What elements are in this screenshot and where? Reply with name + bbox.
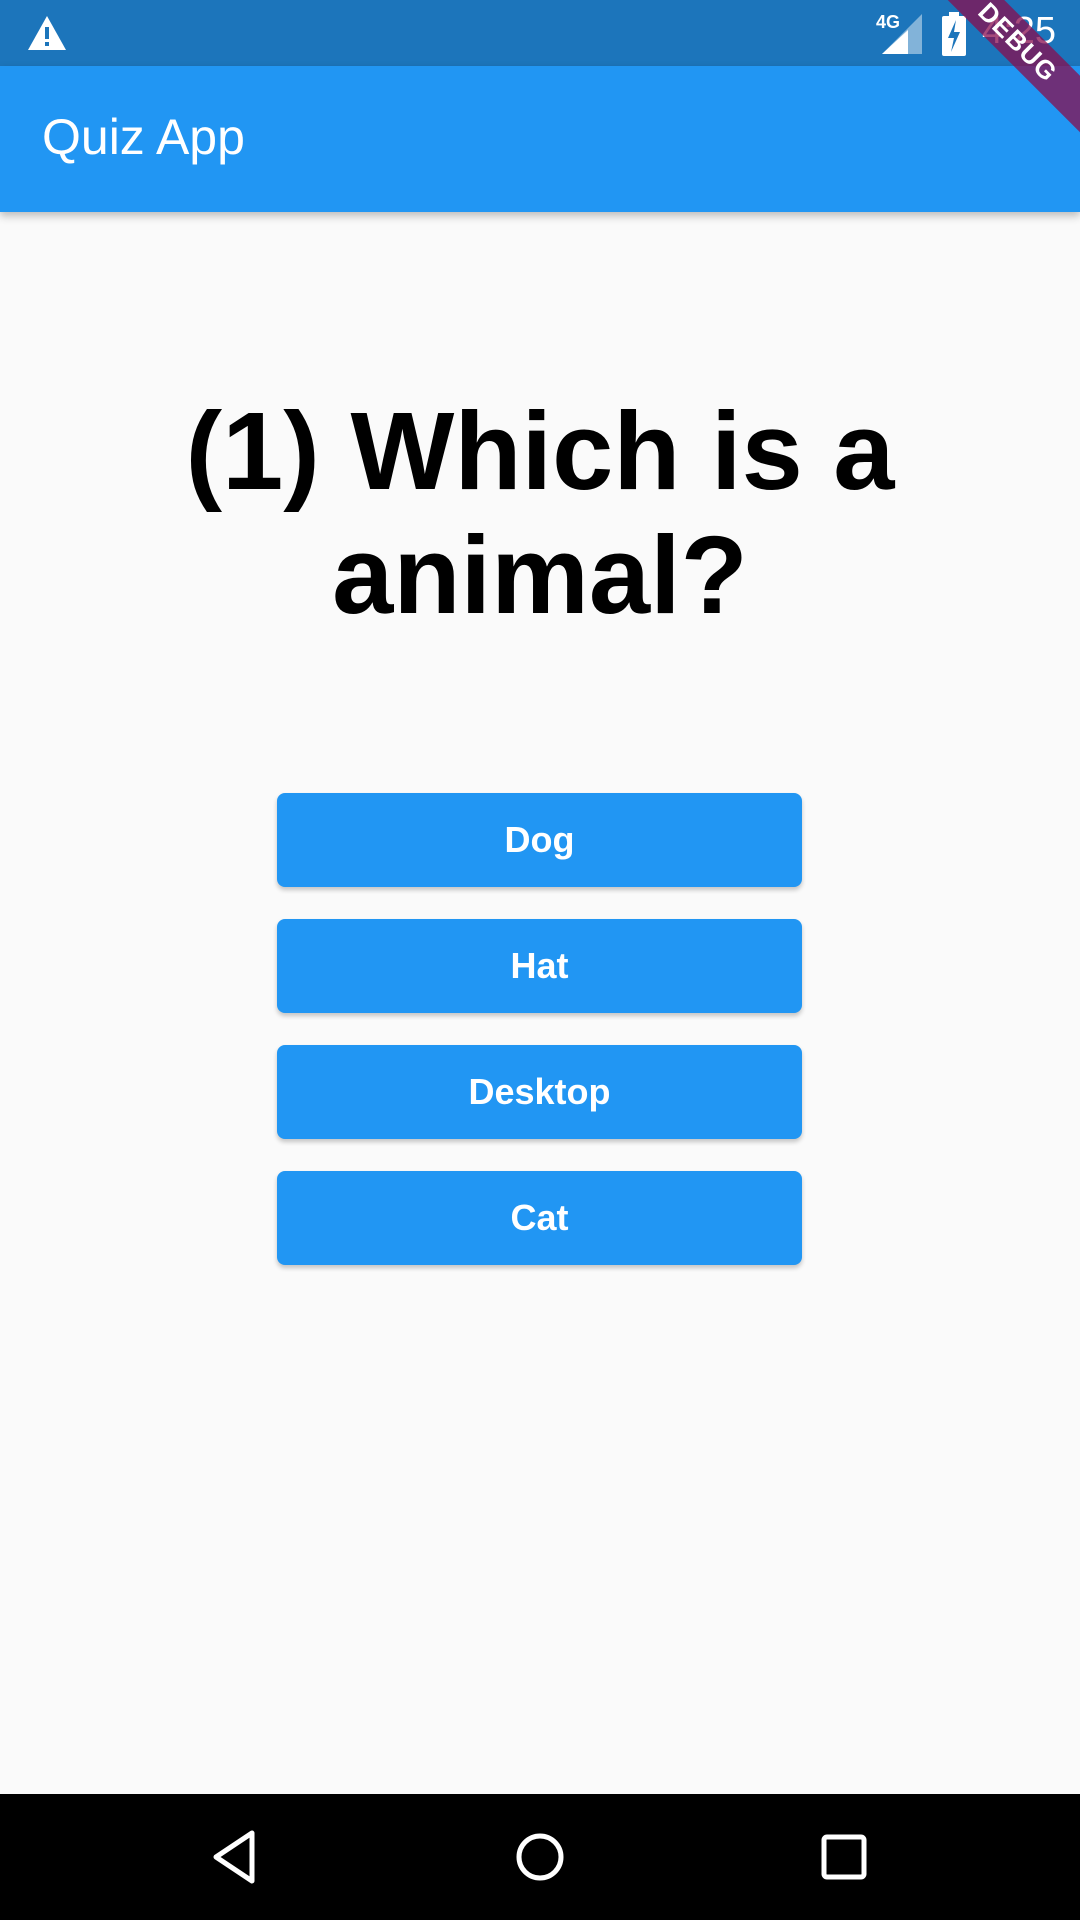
back-icon[interactable] <box>206 1827 266 1887</box>
network-type-label: 4G <box>876 12 901 32</box>
answer-button-dog[interactable]: Dog <box>277 793 802 887</box>
quiz-screen: 4G 4:25 DEBUG Quiz App (1) Which is a an… <box>0 0 1080 1920</box>
home-icon[interactable] <box>510 1827 570 1887</box>
navigation-bar <box>0 1794 1080 1920</box>
answer-list: Dog Hat Desktop Cat <box>277 793 802 1297</box>
answer-button-cat[interactable]: Cat <box>277 1171 802 1265</box>
app-title: Quiz App <box>42 109 245 165</box>
answer-button-desktop[interactable]: Desktop <box>277 1045 802 1139</box>
app-bar: Quiz App <box>0 66 1080 212</box>
answer-button-hat[interactable]: Hat <box>277 919 802 1013</box>
battery-charging-icon <box>942 12 966 56</box>
recents-icon[interactable] <box>814 1827 874 1887</box>
warning-icon <box>28 16 66 50</box>
question-text: (1) Which is a animal? <box>185 390 895 637</box>
status-bar: 4G 4:25 <box>0 0 1080 66</box>
